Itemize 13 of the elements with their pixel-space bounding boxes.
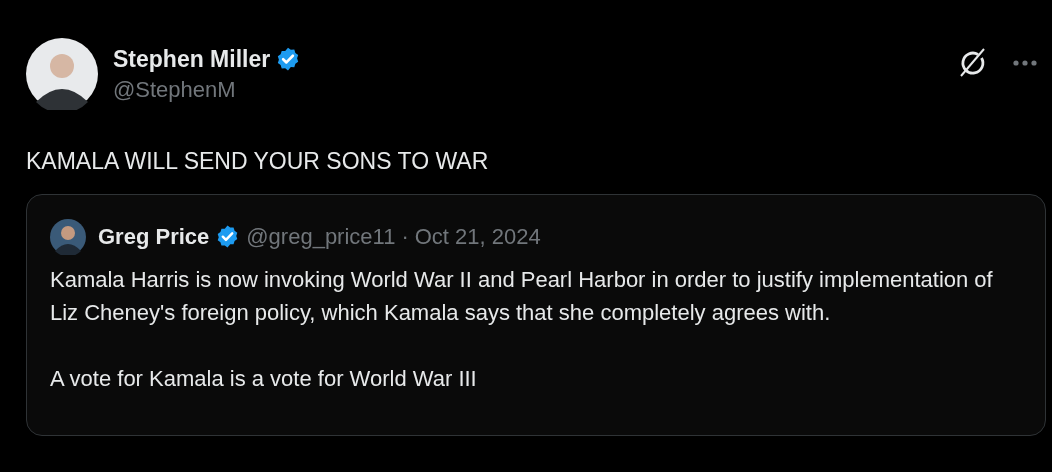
author-handle[interactable]: @greg_price11 xyxy=(246,223,396,250)
avatar-icon[interactable] xyxy=(26,38,98,110)
author-name[interactable]: Stephen Miller xyxy=(113,45,271,73)
post-text: KAMALA WILL SEND YOUR SONS TO WAR xyxy=(26,148,490,176)
separator-dot: · xyxy=(401,223,409,250)
quoted-post-text: A vote for Kamala is a vote for World War III xyxy=(50,364,478,393)
avatar-icon[interactable] xyxy=(50,218,86,255)
quoted-post-text: Kamala Harris is now invoking World War II and Pearl Harbor in order to justify implementation of Liz Cheney's foreign policy, which Kamala says that she completely agrees with. xyxy=(50,265,994,327)
more-options-icon[interactable] xyxy=(1012,59,1038,67)
author-name[interactable]: Greg Price xyxy=(98,223,210,250)
post-date[interactable]: Oct 21, 2024 xyxy=(414,223,541,250)
author-handle[interactable]: @StephenM xyxy=(113,76,941,103)
quoted-post-card[interactable] xyxy=(26,193,1046,436)
